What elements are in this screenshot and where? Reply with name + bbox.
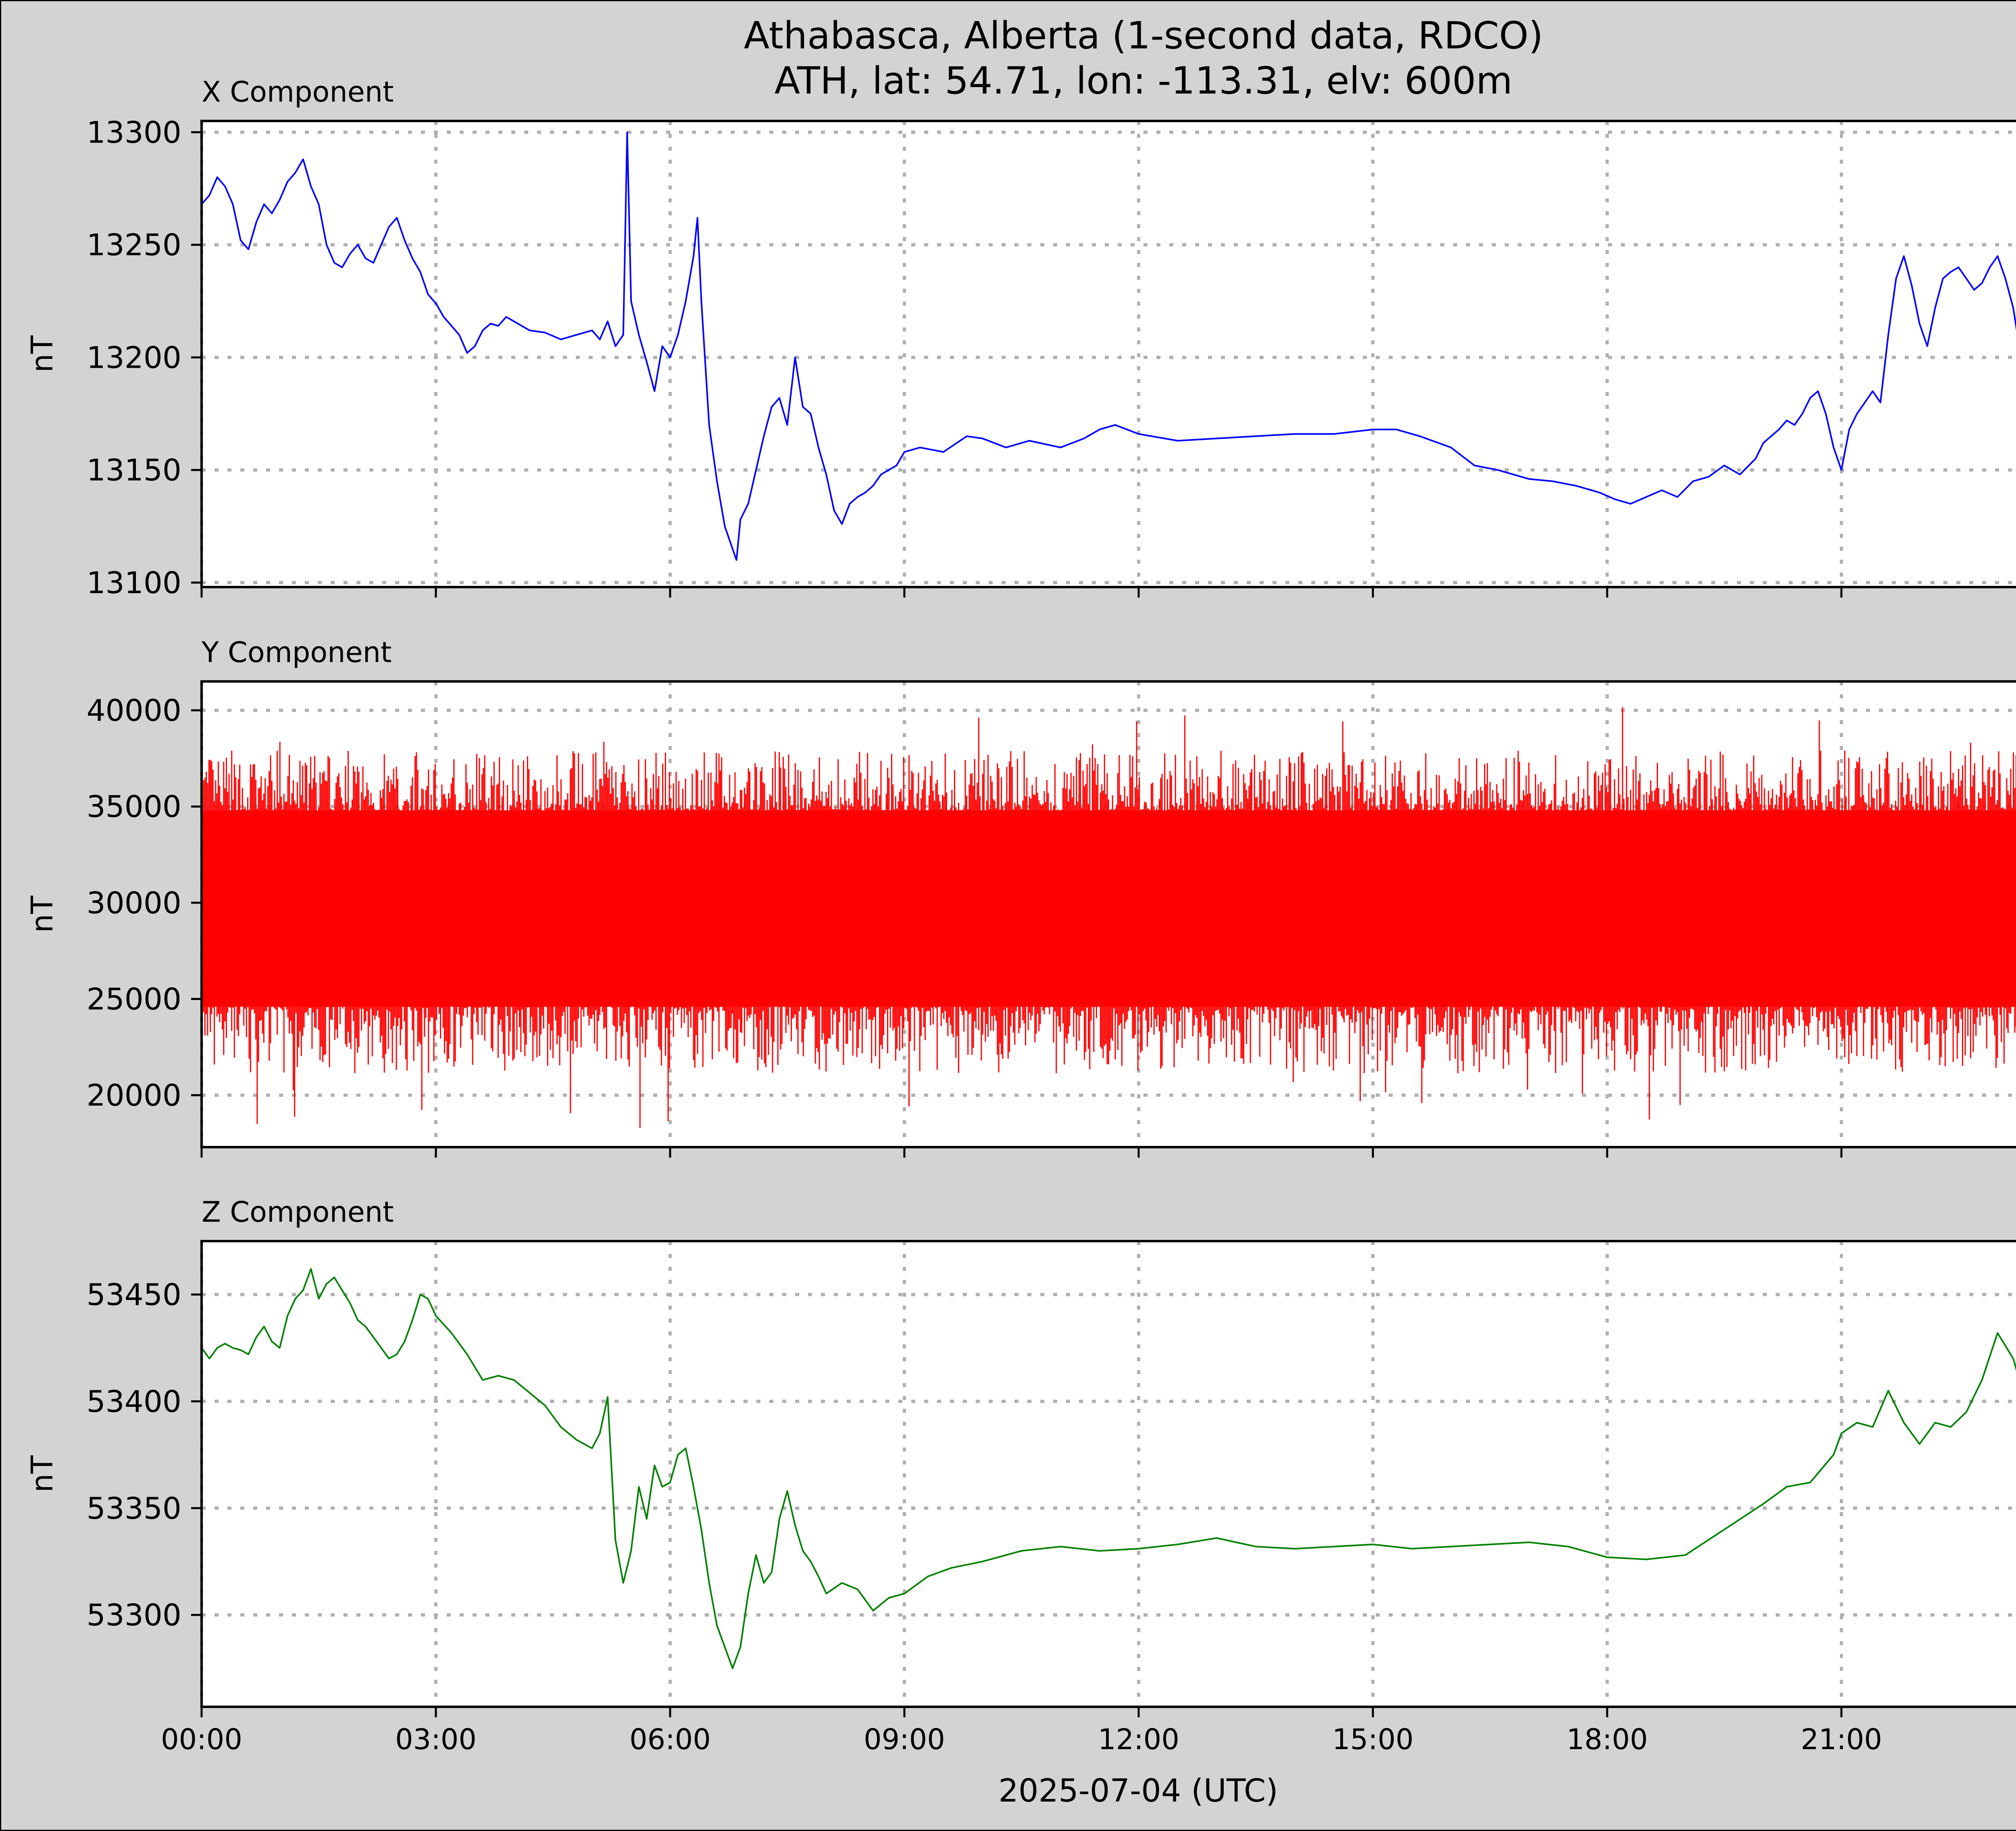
y-tick-label: 53400 <box>87 1384 181 1419</box>
y-tick-label: 30000 <box>87 886 181 921</box>
y-tick-label: 13300 <box>87 115 181 150</box>
panel-title: Y Component <box>201 636 392 669</box>
plot-area <box>202 1241 2016 1707</box>
panels: 1310013150132001325013300X ComponentnT20… <box>25 75 2016 1756</box>
figure-title-line1: Athabasca, Alberta (1-second data, RDCO) <box>744 14 1543 57</box>
y-axis-label: nT <box>25 1455 60 1493</box>
y-tick-label: 53450 <box>87 1277 181 1312</box>
y-tick-label: 13150 <box>87 453 181 488</box>
y-tick-label: 53300 <box>87 1598 181 1633</box>
y-tick-label: 25000 <box>87 982 181 1017</box>
panel-title: X Component <box>202 75 394 108</box>
y-tick-label: 20000 <box>87 1078 181 1113</box>
x-tick-label: 12:00 <box>1098 1723 1179 1756</box>
x-tick-label: 21:00 <box>1801 1723 1882 1756</box>
y-tick-label: 13250 <box>87 228 181 262</box>
x-tick-label: 03:00 <box>395 1723 477 1756</box>
panel-2: 20000 25000 30000 35000 40000 Y Component nT <box>25 636 2016 1158</box>
plot-area <box>202 121 2016 587</box>
figure-title-line2: ATH, lat: 54.71, lon: -113.31, elv: 600m <box>775 59 1512 102</box>
panel-title: Z Component <box>202 1196 394 1229</box>
y-tick-label: 13100 <box>87 566 181 600</box>
x-tick-label: 09:00 <box>864 1723 945 1756</box>
y-tick-label: 35000 <box>87 789 181 824</box>
y-tick-label: 13200 <box>87 340 181 375</box>
x-tick-label: 00:00 <box>161 1723 242 1756</box>
y-axis-label: nT <box>25 335 60 373</box>
panel-1: 13100 13150 13200 13250 13300 X Component nT <box>25 75 2016 600</box>
x-tick-label: 15:00 <box>1332 1723 1414 1756</box>
y-tick-label: 40000 <box>87 694 181 728</box>
x-tick-label: 06:00 <box>629 1723 711 1756</box>
y-axis-label: nT <box>25 896 60 933</box>
y-tick-label: 53350 <box>87 1491 181 1526</box>
figure: Athabasca, Alberta (1-second data, RDCO)… <box>0 0 2016 1831</box>
x-axis-label: 2025-07-04 (UTC) <box>998 1773 1278 1809</box>
x-tick-label: 18:00 <box>1566 1723 1648 1756</box>
panel-3: 00:00 03:00 06:00 09:00 12:00 15:00 18:00 21:00… <box>25 1196 2016 1756</box>
